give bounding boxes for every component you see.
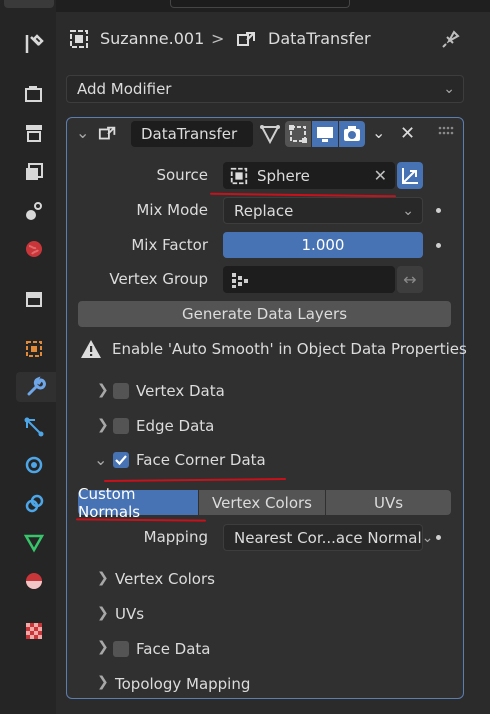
datatransfer-icon [236, 29, 258, 51]
warning-text: Enable 'Auto Smooth' in Object Data Prop… [112, 340, 467, 358]
mapping-value: Nearest Cor...ace Normal [234, 528, 422, 547]
mesh-object-icon [68, 28, 90, 50]
chevron-down-icon: ⌄ [402, 202, 414, 219]
breadcrumb-object: Suzanne.001 [100, 29, 205, 48]
face-data-checkbox[interactable] [113, 641, 129, 657]
breadcrumb-modifier: DataTransfer [268, 29, 371, 48]
mapping-label: Mapping [143, 528, 208, 546]
scene-icon[interactable] [18, 196, 50, 226]
clear-icon[interactable]: ✕ [374, 166, 387, 185]
physics-icon[interactable] [18, 450, 50, 480]
collection-icon[interactable] [18, 284, 50, 314]
render-toggle[interactable] [339, 121, 365, 147]
mix-factor-slider[interactable]: 1.000 [223, 232, 423, 258]
mix-mode-label: Mix Mode [136, 201, 208, 219]
header-widget [4, 0, 54, 8]
close-icon[interactable]: ✕ [400, 123, 415, 144]
face-corner-data-checkbox[interactable] [113, 452, 129, 468]
material-icon[interactable] [18, 566, 50, 596]
generate-data-layers-label: Generate Data Layers [181, 305, 348, 323]
mix-mode-dropdown[interactable]: Replace ⌄ [223, 197, 423, 224]
mix-factor-label: Mix Factor [131, 236, 208, 254]
face-corner-data-label: Face Corner Data [136, 451, 266, 469]
datatransfer-modifier-icon [98, 124, 118, 144]
expand-chevron-icon[interactable]: ❯ [97, 417, 109, 433]
pin-icon[interactable] [440, 28, 462, 50]
extra-menu-chevron-icon[interactable]: ⌄ [372, 123, 385, 142]
modifier-wrench-icon[interactable] [16, 372, 56, 402]
expand-chevron-icon[interactable]: ❯ [97, 605, 109, 621]
source-label: Source [156, 166, 208, 184]
source-field[interactable]: Sphere ✕ [223, 162, 395, 189]
modifier-name-field[interactable]: DataTransfer [131, 121, 253, 147]
edit-mode-button[interactable] [285, 121, 311, 147]
texture-icon[interactable] [18, 616, 50, 646]
tab-uvs-label: UVs [373, 493, 404, 512]
keyframe-dot[interactable] [436, 208, 441, 213]
realtime-toggle[interactable] [312, 121, 338, 147]
vertex-group-label: Vertex Group [109, 270, 208, 288]
expand-chevron-icon[interactable]: ❯ [97, 382, 109, 398]
mix-mode-value: Replace [234, 201, 294, 220]
mesh-object-icon [230, 167, 248, 184]
keyframe-dot[interactable] [436, 535, 441, 540]
breadcrumb-separator: > [211, 29, 225, 48]
expand-chevron-icon[interactable]: ❯ [97, 639, 109, 655]
header-search-field[interactable] [170, 0, 350, 8]
chevron-down-icon: ⌄ [421, 529, 434, 546]
face-data-label: Face Data [136, 640, 211, 658]
chevron-down-icon: ⌄ [443, 81, 455, 97]
modifier-name: DataTransfer [141, 125, 238, 143]
expand-chevron-icon[interactable]: ❯ [97, 674, 109, 690]
tab-vertex-colors-label: Vertex Colors [212, 493, 312, 512]
tab-custom-normals[interactable]: Custom Normals [78, 485, 198, 521]
topology-mapping-subpanel-label[interactable]: Topology Mapping [115, 675, 250, 693]
world-icon[interactable] [18, 234, 50, 264]
object-data-icon[interactable] [18, 527, 50, 557]
generate-data-layers-button[interactable]: Generate Data Layers [78, 301, 451, 327]
source-value: Sphere [257, 166, 310, 185]
vertex-group-icon [232, 272, 248, 288]
object-icon[interactable] [18, 334, 50, 364]
output-icon[interactable] [18, 118, 50, 148]
view-layer-icon[interactable] [18, 157, 50, 187]
uvs-subpanel-label[interactable]: UVs [115, 605, 144, 623]
mapping-dropdown[interactable]: Nearest Cor...ace Normal ⌄ [223, 524, 433, 551]
render-icon[interactable] [18, 79, 50, 109]
edge-data-label: Edge Data [136, 417, 215, 435]
object-transform-toggle[interactable] [397, 162, 423, 189]
vertex-colors-subpanel-label[interactable]: Vertex Colors [115, 570, 215, 588]
vertex-group-field[interactable] [223, 266, 395, 293]
collapse-chevron-icon[interactable]: ⌄ [76, 123, 89, 142]
add-modifier-label: Add Modifier [77, 80, 172, 98]
tool-icon[interactable] [18, 29, 50, 59]
edit-mode-cage-icon[interactable] [258, 122, 282, 146]
edge-data-checkbox[interactable] [113, 418, 129, 434]
tab-uvs[interactable]: UVs [326, 490, 451, 515]
constraints-icon[interactable] [18, 489, 50, 519]
vertex-data-checkbox[interactable] [113, 383, 129, 399]
invert-arrows-icon[interactable]: ↔ [397, 266, 423, 293]
drag-handle-icon[interactable] [438, 125, 454, 139]
keyframe-dot[interactable] [436, 243, 441, 248]
add-modifier-dropdown[interactable]: Add Modifier ⌄ [66, 75, 464, 103]
mix-factor-value: 1.000 [301, 236, 345, 254]
checkmark-icon [115, 455, 127, 466]
particles-icon[interactable] [18, 412, 50, 442]
collapse-chevron-icon[interactable]: ⌄ [94, 450, 107, 469]
tab-vertex-colors[interactable]: Vertex Colors [199, 490, 325, 515]
tab-custom-normals-label: Custom Normals [78, 484, 141, 521]
expand-chevron-icon[interactable]: ❯ [97, 570, 109, 586]
vertex-data-label: Vertex Data [136, 382, 225, 400]
warning-icon [80, 338, 102, 360]
